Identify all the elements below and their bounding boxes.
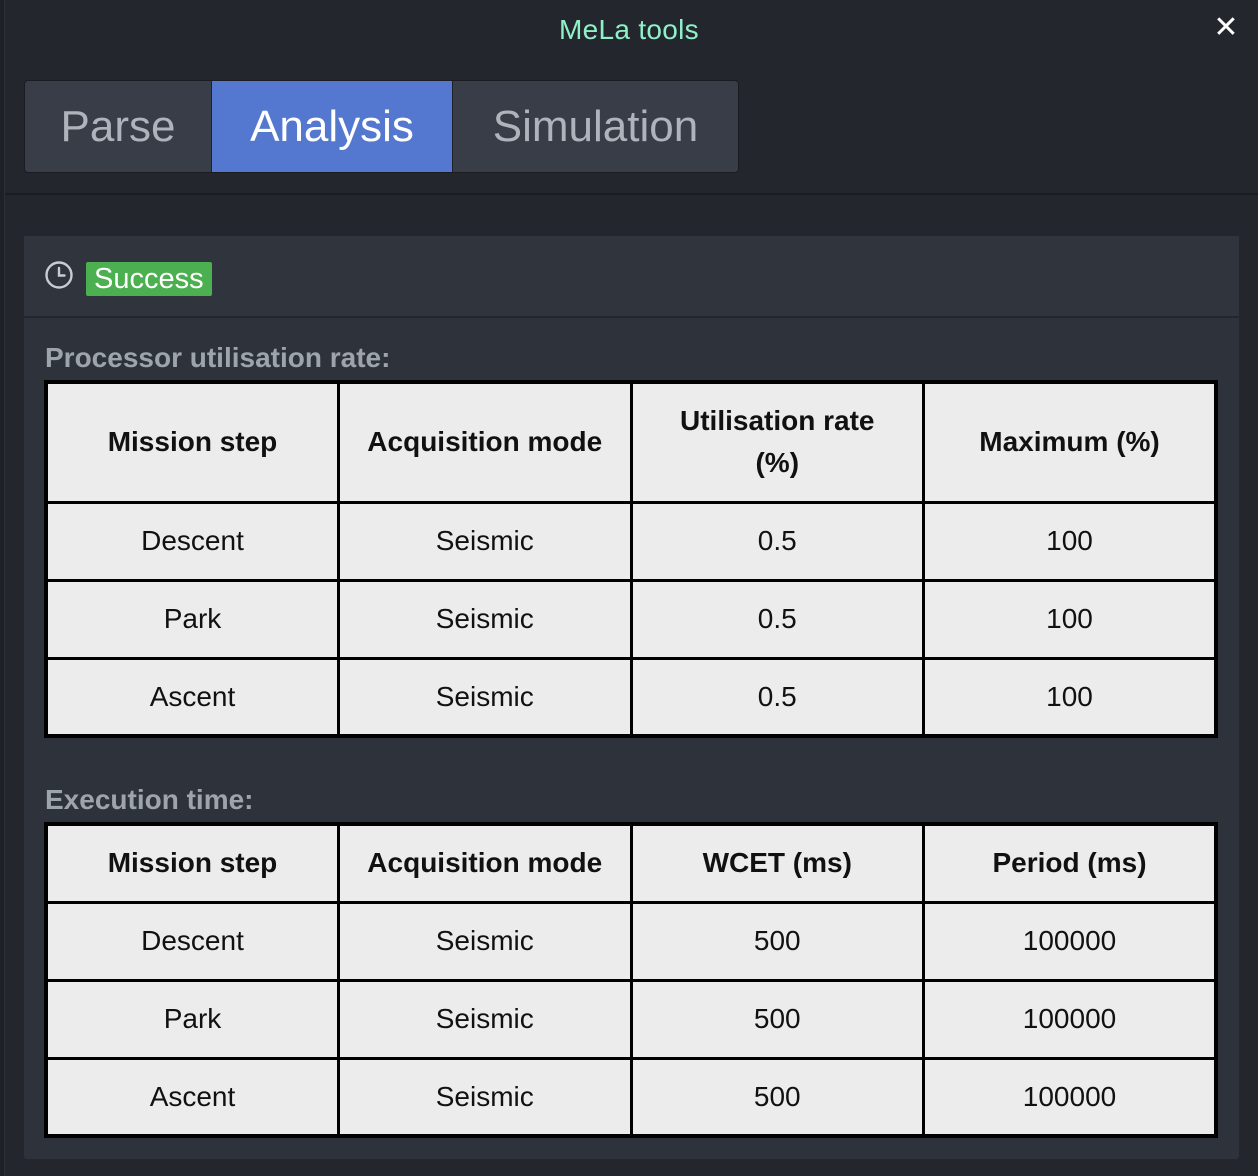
table-cell: 0.5 bbox=[629, 578, 925, 660]
table-cell: Ascent bbox=[44, 1056, 340, 1138]
utilisation-table: Mission step Acquisition mode Utilisatio… bbox=[44, 380, 1218, 738]
table-cell: Seismic bbox=[337, 1056, 633, 1138]
table-cell: Descent bbox=[44, 500, 340, 582]
table-cell: Seismic bbox=[337, 656, 633, 738]
column-header: Acquisition mode bbox=[337, 822, 633, 904]
execution-table: Mission step Acquisition mode WCET (ms) … bbox=[44, 822, 1218, 1138]
execution-label: Execution time: bbox=[45, 784, 254, 815]
column-header: Period (ms) bbox=[922, 822, 1218, 904]
tab-analysis[interactable]: Analysis bbox=[212, 81, 453, 172]
table-cell: Seismic bbox=[337, 500, 633, 582]
column-header: Acquisition mode bbox=[337, 380, 633, 504]
column-header-text: Utilisation rate (%) bbox=[680, 405, 875, 479]
utilisation-label: Processor utilisation rate: bbox=[45, 342, 391, 373]
table-header-row: Mission step Acquisition mode WCET (ms) … bbox=[44, 822, 1218, 904]
tab-simulation[interactable]: Simulation bbox=[453, 81, 738, 172]
column-header: Utilisation rate (%) bbox=[629, 380, 925, 504]
analysis-panel: Success Processor utilisation rate: Miss… bbox=[24, 236, 1239, 1159]
table-cell: 100 bbox=[922, 656, 1218, 738]
table-row: Park Seismic 500 100000 bbox=[44, 978, 1218, 1060]
status-badge: Success bbox=[86, 262, 212, 296]
column-header: Maximum (%) bbox=[922, 380, 1218, 504]
table-cell: Park bbox=[44, 578, 340, 660]
table-cell: 100000 bbox=[922, 1056, 1218, 1138]
table-cell: Seismic bbox=[337, 900, 633, 982]
table-cell: Ascent bbox=[44, 656, 340, 738]
clock-icon bbox=[45, 261, 73, 289]
table-row: Ascent Seismic 0.5 100 bbox=[44, 656, 1218, 738]
window-title: MeLa tools bbox=[559, 14, 699, 45]
tab-divider bbox=[5, 193, 1258, 195]
mela-tools-window: MeLa tools ✕ Parse Analysis Simulation S… bbox=[0, 0, 1258, 1176]
column-header: WCET (ms) bbox=[629, 822, 925, 904]
table-cell: Seismic bbox=[337, 578, 633, 660]
table-cell: 500 bbox=[629, 978, 925, 1060]
column-header: Mission step bbox=[44, 380, 340, 504]
table-row: Descent Seismic 500 100000 bbox=[44, 900, 1218, 982]
table-cell: 100000 bbox=[922, 978, 1218, 1060]
column-header: Mission step bbox=[44, 822, 340, 904]
table-row: Descent Seismic 0.5 100 bbox=[44, 500, 1218, 582]
status-header[interactable]: Success bbox=[24, 236, 1239, 318]
table-cell: 100 bbox=[922, 578, 1218, 660]
table-row: Park Seismic 0.5 100 bbox=[44, 578, 1218, 660]
table-cell: Park bbox=[44, 978, 340, 1060]
tab-bar: Parse Analysis Simulation bbox=[24, 80, 739, 173]
table-cell: 500 bbox=[629, 1056, 925, 1138]
left-edge bbox=[0, 0, 5, 1176]
table-header-row: Mission step Acquisition mode Utilisatio… bbox=[44, 380, 1218, 504]
table-cell: 100 bbox=[922, 500, 1218, 582]
table-cell: 0.5 bbox=[629, 500, 925, 582]
table-cell: 0.5 bbox=[629, 656, 925, 738]
table-row: Ascent Seismic 500 100000 bbox=[44, 1056, 1218, 1138]
tab-parse[interactable]: Parse bbox=[25, 81, 212, 172]
table-cell: 100000 bbox=[922, 900, 1218, 982]
table-cell: Descent bbox=[44, 900, 340, 982]
table-cell: Seismic bbox=[337, 978, 633, 1060]
table-cell: 500 bbox=[629, 900, 925, 982]
close-icon[interactable]: ✕ bbox=[1212, 12, 1240, 44]
